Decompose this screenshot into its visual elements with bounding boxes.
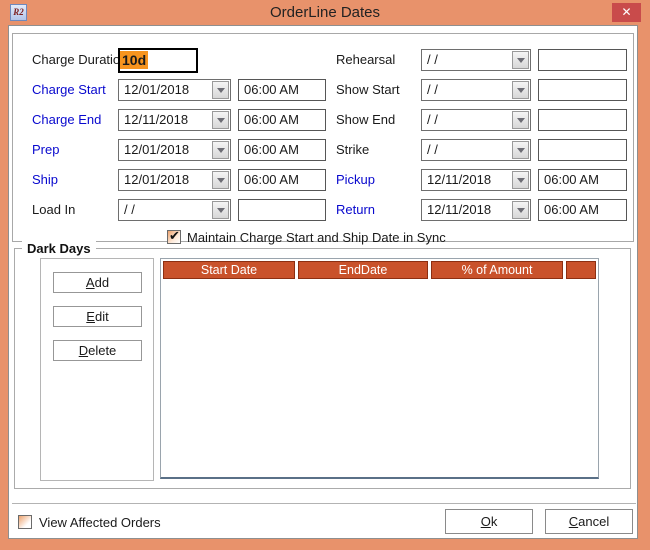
rehearsal-time-input[interactable]	[538, 49, 627, 71]
show-start-date-combo[interactable]: / /	[421, 79, 531, 101]
chevron-down-icon[interactable]	[212, 81, 229, 99]
chevron-down-icon[interactable]	[512, 111, 529, 129]
chevron-down-icon[interactable]	[512, 81, 529, 99]
charge-start-time-input[interactable]: 06:00 AM	[238, 79, 326, 101]
charge-start-date-combo[interactable]: 12/01/2018	[118, 79, 231, 101]
dates-panel: Charge Duration 10d Rehearsal / / Charge…	[12, 33, 634, 242]
show-start-label: Show Start	[336, 79, 400, 101]
prep-time-input[interactable]: 06:00 AM	[238, 139, 326, 161]
edit-button-label: Edit	[86, 307, 108, 326]
chevron-down-icon[interactable]	[212, 111, 229, 129]
sync-checkbox-label: Maintain Charge Start and Ship Date in S…	[187, 230, 446, 245]
charge-start-label: Charge Start	[32, 79, 106, 101]
checkmark-icon: ✔	[169, 228, 180, 244]
show-end-label: Show End	[336, 109, 395, 131]
chevron-down-icon[interactable]	[212, 141, 229, 159]
show-end-date-combo[interactable]: / /	[421, 109, 531, 131]
chevron-down-icon[interactable]	[512, 171, 529, 189]
close-icon[interactable]: ✕	[612, 3, 641, 22]
prep-date-value: 12/01/2018	[124, 140, 189, 160]
chevron-down-icon[interactable]	[212, 171, 229, 189]
dark-days-button-panel: Add Edit Delete	[40, 258, 154, 481]
add-button[interactable]: Add	[53, 272, 142, 293]
load-in-date-combo[interactable]: / /	[118, 199, 231, 221]
ok-button-label: Ok	[481, 510, 498, 533]
edit-button[interactable]: Edit	[53, 306, 142, 327]
rehearsal-date-combo[interactable]: / /	[421, 49, 531, 71]
chevron-down-icon[interactable]	[512, 51, 529, 69]
return-date-combo[interactable]: 12/11/2018	[421, 199, 531, 221]
table-header-start-date[interactable]: Start Date	[163, 261, 295, 279]
chevron-down-icon[interactable]	[512, 141, 529, 159]
charge-end-date-combo[interactable]: 12/11/2018	[118, 109, 231, 131]
pickup-date-value: 12/11/2018	[427, 170, 491, 190]
chevron-down-icon[interactable]	[212, 201, 229, 219]
charge-end-label: Charge End	[32, 109, 101, 131]
charge-start-date-value: 12/01/2018	[124, 80, 189, 100]
table-header-filler	[566, 261, 596, 279]
charge-duration-value: 10d	[120, 51, 148, 69]
cancel-button[interactable]: Cancel	[545, 509, 633, 534]
strike-date-value: / /	[427, 140, 438, 160]
ship-date-value: 12/01/2018	[124, 170, 189, 190]
charge-duration-label: Charge Duration	[32, 49, 127, 71]
load-in-date-value: / /	[124, 200, 135, 220]
add-button-label: Add	[86, 273, 109, 292]
footer-separator	[12, 503, 636, 504]
show-start-time-input[interactable]	[538, 79, 627, 101]
show-start-date-value: / /	[427, 80, 438, 100]
dark-days-table[interactable]: Start Date EndDate % of Amount	[160, 258, 599, 479]
cancel-button-label: Cancel	[569, 510, 609, 533]
view-affected-orders-checkbox[interactable]	[18, 515, 32, 529]
dialog-content: Charge Duration 10d Rehearsal / / Charge…	[8, 25, 638, 539]
title-bar: R2 OrderLine Dates ✕	[0, 0, 650, 25]
return-time-input[interactable]: 06:00 AM	[538, 199, 627, 221]
table-header-end-date[interactable]: EndDate	[298, 261, 428, 279]
delete-button[interactable]: Delete	[53, 340, 142, 361]
rehearsal-label: Rehearsal	[336, 49, 395, 71]
prep-date-combo[interactable]: 12/01/2018	[118, 139, 231, 161]
show-end-date-value: / /	[427, 110, 438, 130]
charge-duration-input[interactable]: 10d	[118, 48, 198, 73]
orderline-dates-dialog: { "window": { "title": "OrderLine Dates"…	[0, 0, 650, 550]
return-label: Return	[336, 199, 375, 221]
dark-days-legend: Dark Days	[22, 241, 96, 256]
ship-time-input[interactable]: 06:00 AM	[238, 169, 326, 191]
rehearsal-date-value: / /	[427, 50, 438, 70]
pickup-date-combo[interactable]: 12/11/2018	[421, 169, 531, 191]
view-affected-orders-label: View Affected Orders	[39, 515, 161, 530]
strike-time-input[interactable]	[538, 139, 627, 161]
pickup-time-input[interactable]: 06:00 AM	[538, 169, 627, 191]
pickup-label: Pickup	[336, 169, 375, 191]
strike-date-combo[interactable]: / /	[421, 139, 531, 161]
ship-date-combo[interactable]: 12/01/2018	[118, 169, 231, 191]
strike-label: Strike	[336, 139, 369, 161]
ship-label: Ship	[32, 169, 58, 191]
charge-end-time-input[interactable]: 06:00 AM	[238, 109, 326, 131]
show-end-time-input[interactable]	[538, 109, 627, 131]
window-title: OrderLine Dates	[0, 0, 650, 25]
return-date-value: 12/11/2018	[427, 200, 491, 220]
prep-label: Prep	[32, 139, 59, 161]
chevron-down-icon[interactable]	[512, 201, 529, 219]
load-in-label: Load In	[32, 199, 75, 221]
ok-button[interactable]: Ok	[445, 509, 533, 534]
table-header-percent-amount[interactable]: % of Amount	[431, 261, 563, 279]
load-in-time-input[interactable]	[238, 199, 326, 221]
sync-checkbox[interactable]: ✔	[167, 230, 181, 244]
delete-button-label: Delete	[79, 341, 117, 360]
charge-end-date-value: 12/11/2018	[124, 110, 188, 130]
dark-days-group: Dark Days Add Edit Delete Start Date End…	[14, 248, 631, 489]
